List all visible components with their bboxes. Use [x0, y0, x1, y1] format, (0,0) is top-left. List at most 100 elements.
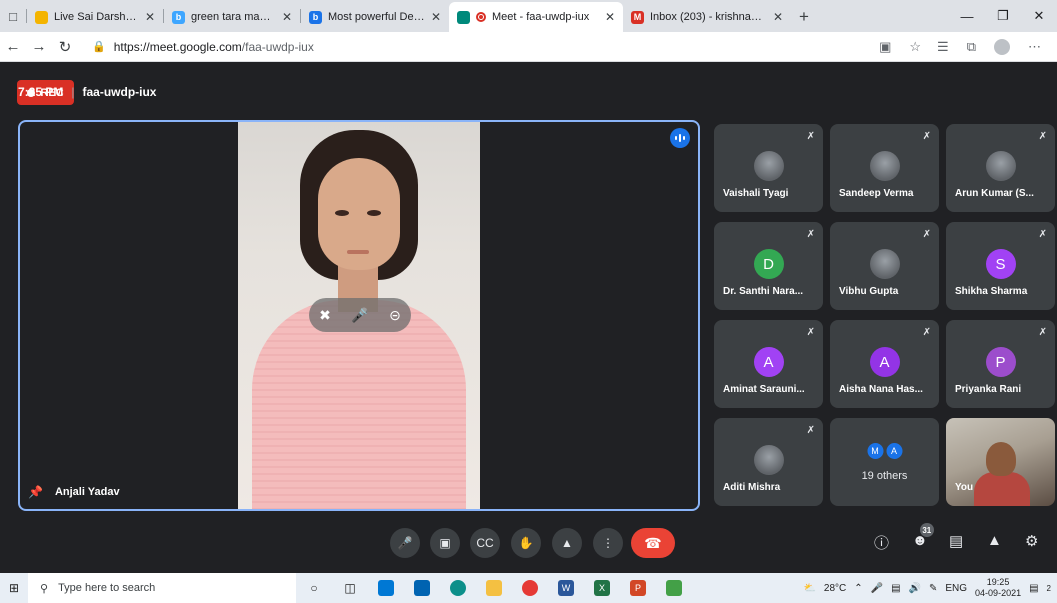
muted-mic-icon: ✗ [1038, 229, 1047, 240]
address-bar[interactable]: 🔒 https://meet.google.com/faa-uwdp-iux ▣… [84, 35, 931, 59]
volume-icon[interactable]: 🔊 [909, 583, 921, 594]
avatar [753, 445, 784, 475]
store-icon[interactable] [368, 573, 404, 603]
microphone-button[interactable]: 🎤 [390, 528, 420, 558]
windows-taskbar: ⊞ ⚲ Type here to search ○ ◫ W X P ⛅ 28°C… [0, 573, 1057, 603]
new-tab-button[interactable]: + [791, 2, 817, 32]
close-window-icon[interactable]: ✕ [1021, 8, 1057, 24]
captions-button[interactable]: CC [470, 528, 500, 558]
participant-tile[interactable]: ✗ P Priyanka Rani [946, 320, 1055, 408]
minimize-icon[interactable]: — [949, 9, 985, 24]
participant-tile[interactable]: ✗ Aditi Mishra [714, 418, 823, 506]
tab-live-sai-darshan[interactable]: Live Sai Darshan - Video Pop ✕ [27, 2, 163, 32]
activities-icon: ▲ [987, 532, 1002, 549]
more-menu-icon[interactable]: ⋯ [1028, 39, 1041, 55]
mic-tray-icon[interactable]: 🎤 [871, 583, 883, 594]
restore-icon[interactable]: ❐ [985, 8, 1021, 24]
camera-icon: ▣ [439, 536, 451, 550]
more-vert-icon: ⋮ [602, 536, 614, 550]
taskbar-search[interactable]: ⚲ Type here to search [28, 573, 296, 603]
participant-tile[interactable]: ✗ Sandeep Verma [830, 124, 939, 212]
activities-button[interactable]: ▲ [987, 532, 1002, 549]
language-indicator[interactable]: ENG [945, 583, 967, 594]
favorites-icon[interactable]: ☰ [937, 39, 949, 55]
participant-tile[interactable]: ✗ Vaishali Tyagi [714, 124, 823, 212]
meeting-details-button[interactable]: ⓘ [874, 532, 889, 553]
raise-hand-button[interactable]: ✋ [511, 528, 541, 558]
bing-icon: b [309, 10, 322, 24]
file-explorer-icon[interactable] [476, 573, 512, 603]
windows-start-icon[interactable]: ⊞ [0, 581, 28, 595]
chevron-up-icon[interactable]: ⌃ [854, 583, 862, 594]
avatar [869, 151, 900, 181]
mute-participant-icon[interactable]: 🎤 [351, 307, 368, 324]
tab-meet[interactable]: Meet - faa-uwdp-iux ✕ [449, 2, 623, 32]
chrome-icon[interactable] [512, 573, 548, 603]
excel-icon[interactable]: X [584, 573, 620, 603]
people-button[interactable]: ☻ 31 [912, 523, 934, 549]
others-tile[interactable]: M A 19 others [830, 418, 939, 506]
speaking-indicator-icon [670, 128, 690, 148]
camera-button[interactable]: ▣ [430, 528, 460, 558]
camera-in-use-icon[interactable]: ▣ [879, 39, 891, 55]
task-view-icon[interactable]: ◫ [332, 573, 368, 603]
participant-tile[interactable]: ✗ A Aminat Sarauni... [714, 320, 823, 408]
pen-icon[interactable]: ✎ [929, 583, 937, 594]
close-tab-icon[interactable]: ✕ [145, 10, 155, 24]
leave-call-button[interactable]: ☎ [631, 528, 675, 558]
toolbar-icons: ☰ ⧉ ⋯ [937, 38, 1057, 55]
close-tab-icon[interactable]: ✕ [282, 10, 292, 24]
more-options-button[interactable]: ⋮ [593, 528, 623, 558]
present-button[interactable]: ▲ [552, 528, 582, 558]
lock-icon[interactable]: 🔒 [92, 40, 106, 53]
shield-icon: ⚙ [1025, 533, 1039, 550]
participant-name: Shikha Sharma [955, 286, 1028, 297]
weather-temp[interactable]: 28°C [824, 583, 846, 594]
weather-icon[interactable]: ⛅ [803, 583, 815, 594]
close-tab-icon[interactable]: ✕ [605, 10, 615, 24]
chat-button[interactable]: ▤ [949, 532, 963, 550]
participant-tile[interactable]: ✗ Vibhu Gupta [830, 222, 939, 310]
close-tab-icon[interactable]: ✕ [773, 10, 783, 24]
browser-toolbar: ← → ↻ 🔒 https://meet.google.com/faa-uwdp… [0, 32, 1057, 62]
muted-mic-icon: ✗ [806, 425, 815, 436]
self-view-tile[interactable]: You [946, 418, 1055, 506]
avatar: A [753, 347, 784, 377]
collections-icon[interactable]: ⧉ [967, 39, 976, 55]
participant-tile[interactable]: ✗ A Aisha Nana Has... [830, 320, 939, 408]
word-icon[interactable]: W [548, 573, 584, 603]
muted-mic-icon: ✗ [1038, 327, 1047, 338]
bookmark-star-icon[interactable]: ☆ [909, 39, 921, 55]
participant-tile[interactable]: ✗ S Shikha Sharma [946, 222, 1055, 310]
tab-devi-mantra[interactable]: b Most powerful Devi mantra | ✕ [301, 2, 449, 32]
url-host: https://meet.google.com [113, 39, 242, 54]
forward-icon[interactable]: → [26, 38, 52, 55]
notifications-icon[interactable]: ▤ [1029, 583, 1038, 594]
participant-tile[interactable]: ✗ D Dr. Santhi Nara... [714, 222, 823, 310]
remove-participant-icon[interactable]: ⊝ [389, 307, 401, 324]
app-icon[interactable] [656, 573, 692, 603]
powerpoint-icon[interactable]: P [620, 573, 656, 603]
network-icon[interactable]: ▤ [891, 583, 900, 594]
tab-title: Most powerful Devi mantra | [328, 11, 425, 23]
pinned-participant-name: 📌 Anjali Yadav [28, 485, 120, 499]
participant-tile[interactable]: ✗ Arun Kumar (S... [946, 124, 1055, 212]
profile-avatar[interactable] [994, 38, 1010, 55]
host-controls-button[interactable]: ⚙ [1025, 532, 1038, 550]
taskbar-clock[interactable]: 19:25 04-09-2021 [975, 577, 1021, 599]
back-icon[interactable]: ← [0, 38, 26, 55]
tab-gmail-inbox[interactable]: M Inbox (203) - krishnakumar.p ✕ [623, 2, 791, 32]
tab-title: green tara mantra - Bing [191, 11, 276, 23]
edge-icon[interactable] [440, 573, 476, 603]
close-tab-icon[interactable]: ✕ [431, 10, 441, 24]
self-label: You [955, 482, 974, 493]
tab-green-tara-mantra[interactable]: b green tara mantra - Bing ✕ [164, 2, 300, 32]
participant-name: Sandeep Verma [839, 188, 914, 199]
reload-icon[interactable]: ↻ [52, 38, 78, 56]
mail-icon[interactable] [404, 573, 440, 603]
pinned-video-tile[interactable]: ✖ 🎤 ⊝ 📌 Anjali Yadav [18, 120, 700, 511]
avatar [753, 151, 784, 181]
tab-actions-icon[interactable]: □ [0, 0, 26, 32]
unpin-icon[interactable]: ✖ [319, 307, 331, 324]
cortana-icon[interactable]: ○ [296, 573, 332, 603]
